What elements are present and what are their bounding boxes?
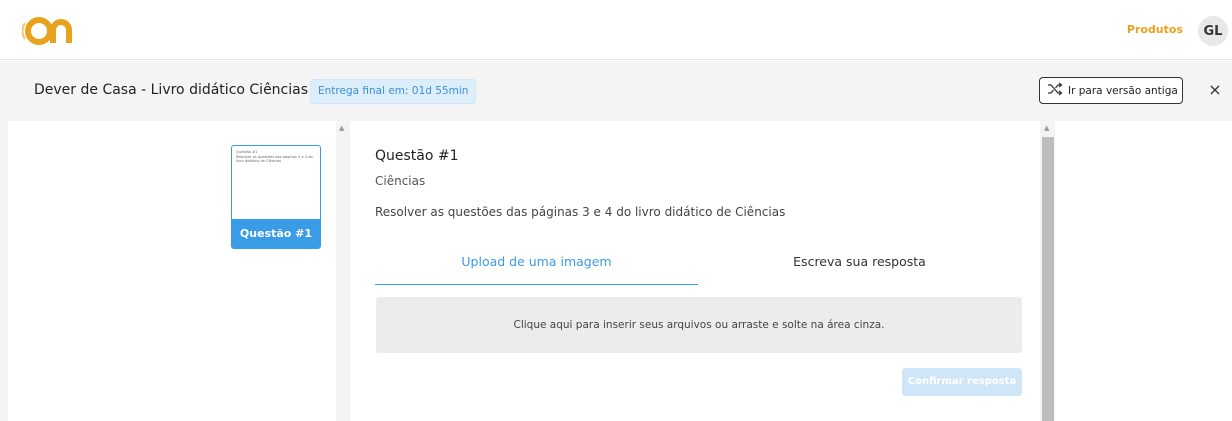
top-navbar: Produtos GL	[0, 0, 1232, 60]
file-dropzone[interactable]: Clique aqui para inserir seus arquivos o…	[376, 297, 1022, 353]
content-area: Questão #1 Resolver as questões das pági…	[0, 121, 1232, 421]
left-scrollbar[interactable]: ▲	[336, 121, 350, 421]
question-list-panel: Questão #1 Resolver as questões das pági…	[8, 121, 336, 421]
thumbnail-label: Questão #1	[232, 219, 320, 248]
question-panel: Questão #1 Ciências Resolver as questões…	[350, 121, 1040, 421]
old-version-label: Ir para versão antiga	[1068, 84, 1178, 97]
main-scrollbar[interactable]: ▲	[1040, 121, 1055, 421]
close-icon[interactable]: ×	[1206, 80, 1224, 100]
question-title: Questão #1	[375, 148, 459, 164]
question-thumbnail[interactable]: Questão #1 Resolver as questões das pági…	[231, 145, 321, 249]
confirm-answer-button[interactable]: Confirmar resposta	[902, 368, 1022, 396]
scroll-up-arrow-icon[interactable]: ▲	[339, 124, 344, 132]
tab-write-answer[interactable]: Escreva sua resposta	[698, 248, 1021, 285]
question-subject: Ciências	[375, 174, 426, 188]
right-empty-panel	[1055, 121, 1232, 421]
page-title: Dever de Casa - Livro didático Ciências	[34, 82, 309, 98]
scrollbar-thumb[interactable]	[1042, 137, 1054, 421]
shuffle-icon	[1047, 82, 1063, 99]
nav-products-link[interactable]: Produtos	[1127, 23, 1183, 36]
tab-upload-image[interactable]: Upload de uma imagem	[375, 248, 698, 285]
avatar[interactable]: GL	[1198, 16, 1228, 46]
assignment-header: Dever de Casa - Livro didático Ciências …	[0, 61, 1232, 121]
question-description: Resolver as questões das páginas 3 e 4 d…	[375, 205, 786, 219]
scroll-up-arrow-icon[interactable]: ▲	[1044, 124, 1049, 132]
old-version-button[interactable]: Ir para versão antiga	[1039, 77, 1183, 104]
deadline-badge: Entrega final em: 01d 55min	[310, 79, 477, 104]
on-logo-icon[interactable]	[21, 13, 78, 47]
thumbnail-preview-text: Questão #1 Resolver as questões das pági…	[236, 150, 313, 163]
